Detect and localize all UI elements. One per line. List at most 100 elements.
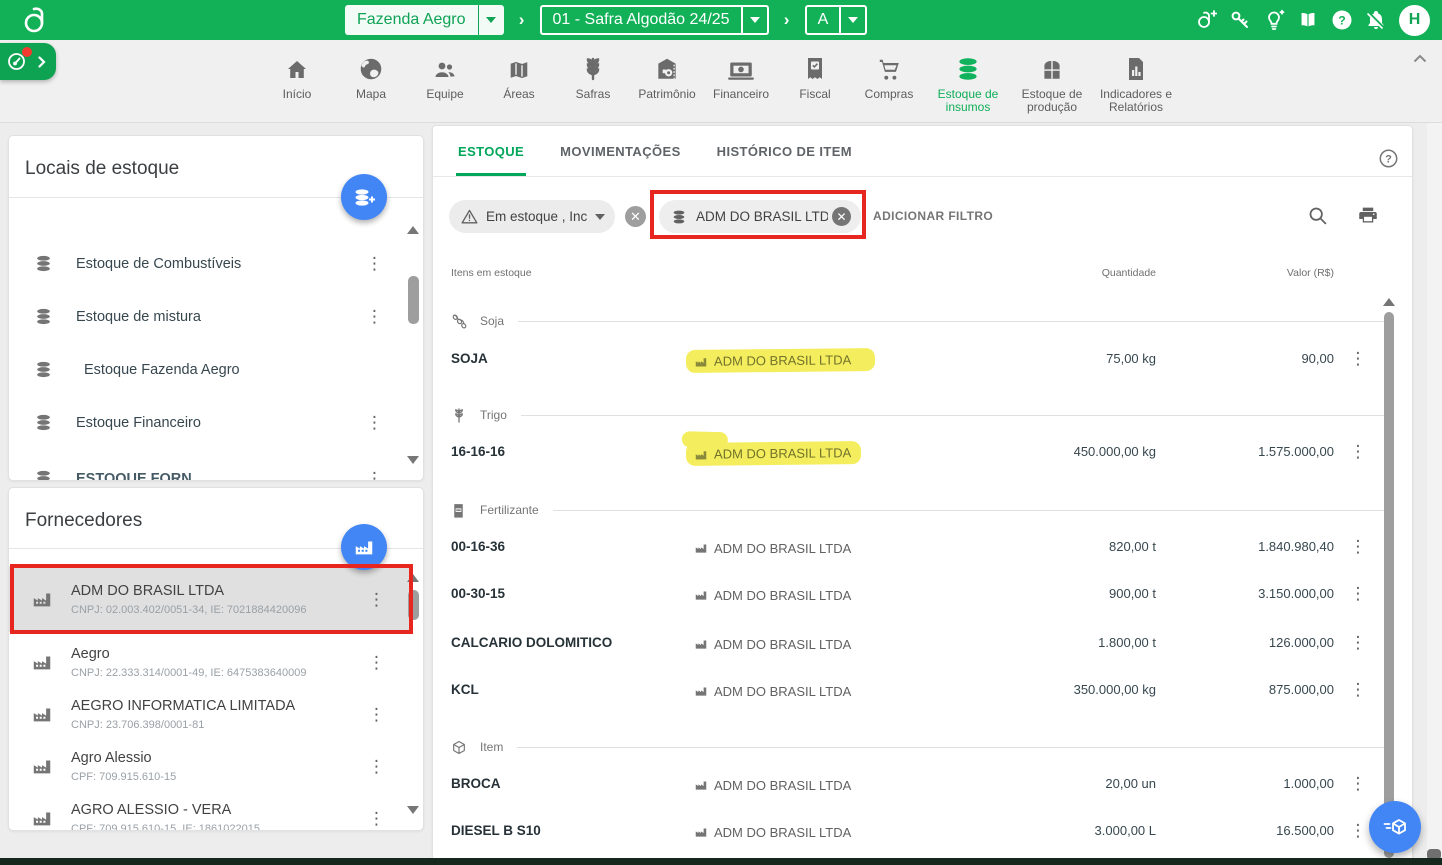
nav-item-financeiro[interactable]: Financeiro bbox=[704, 50, 778, 114]
stacked-discs-icon bbox=[926, 50, 1010, 82]
stacked-discs-icon bbox=[34, 413, 54, 432]
app-window: Fazenda Aegro › 01 - Safra Algodão 24/25… bbox=[0, 0, 1442, 865]
row-menu-button[interactable]: ⋮ bbox=[1350, 537, 1367, 556]
add-supplier-button[interactable] bbox=[341, 524, 387, 570]
help-icon[interactable]: ? bbox=[1331, 9, 1353, 31]
farm-selector[interactable]: Fazenda Aegro bbox=[345, 5, 504, 35]
stock-location-item[interactable]: Estoque de Combustíveis ⋮ bbox=[9, 237, 409, 290]
nav-item-inicio[interactable]: Início bbox=[260, 50, 334, 114]
nav-item-mapa[interactable]: Mapa bbox=[334, 50, 408, 114]
notification-dot bbox=[22, 47, 32, 57]
supplier-item[interactable]: AEGRO INFORMATICA LIMITADA CNPJ: 23.706.… bbox=[9, 688, 413, 740]
unit-selector[interactable]: A bbox=[805, 5, 868, 35]
nav-item-estoque-insumos[interactable]: Estoque de insumos bbox=[926, 50, 1010, 114]
row-menu-button[interactable]: ⋮ bbox=[1350, 442, 1367, 461]
supplier-cell: ADM DO BRASIL LTDA bbox=[686, 584, 859, 607]
supplier-item[interactable]: AGRO ALESSIO - VERA CPF: 709.915.610-15,… bbox=[9, 792, 413, 831]
table-section-trigo: Trigo bbox=[451, 403, 1387, 427]
silo-icon bbox=[1010, 50, 1094, 82]
scrollbar-thumb[interactable] bbox=[408, 276, 419, 324]
stock-row-calcario[interactable]: CALCARIO DOLOMITICO ADM DO BRASIL LTDA 1… bbox=[433, 621, 1393, 667]
row-menu-button[interactable]: ⋮ bbox=[1350, 774, 1367, 793]
item-menu-button[interactable]: ⋮ bbox=[368, 591, 385, 608]
stock-location-item[interactable]: ESTOQUE FORN ⋮ bbox=[9, 452, 409, 481]
nav-item-patrimonio[interactable]: Patrimônio bbox=[630, 50, 704, 114]
breadcrumb-separator-icon: › bbox=[504, 10, 540, 30]
scroll-up-arrow[interactable] bbox=[407, 574, 419, 582]
row-menu-button[interactable]: ⋮ bbox=[1350, 349, 1367, 368]
book-icon[interactable] bbox=[1297, 9, 1319, 31]
stock-location-item[interactable]: Estoque de mistura ⋮ bbox=[9, 290, 409, 343]
search-icon[interactable] bbox=[1307, 205, 1331, 229]
stock-row-16-16-16[interactable]: 16-16-16 ADM DO BRASIL LTDA 450.000,00 k… bbox=[433, 430, 1393, 476]
table-section-fertilizante: Fertilizante bbox=[451, 498, 1387, 522]
quick-entry-fab[interactable] bbox=[1369, 801, 1421, 853]
stock-row-00-30-15[interactable]: 00-30-15 ADM DO BRASIL LTDA 900,00 t 3.1… bbox=[433, 572, 1393, 618]
stock-row-kcl[interactable]: KCL ADM DO BRASIL LTDA 350.000,00 kg 875… bbox=[433, 668, 1393, 714]
scrollbar-thumb[interactable] bbox=[1384, 312, 1394, 858]
notifications-off-icon[interactable] bbox=[1365, 9, 1387, 31]
supplier-filter-chip[interactable]: ADM DO BRASIL LTDA ✕ bbox=[659, 200, 861, 233]
scroll-up-arrow[interactable] bbox=[407, 226, 419, 234]
scroll-down-arrow[interactable] bbox=[407, 806, 419, 814]
stock-row-diesel[interactable]: DIESEL B S10 ADM DO BRASIL LTDA 3.000,00… bbox=[433, 809, 1393, 855]
item-menu-button[interactable]: ⋮ bbox=[368, 654, 385, 671]
item-menu-button[interactable]: ⋮ bbox=[366, 470, 383, 481]
season-selector[interactable]: 01 - Safra Algodão 24/25 bbox=[540, 5, 769, 35]
item-menu-button[interactable]: ⋮ bbox=[368, 810, 385, 827]
scroll-up-arrow[interactable] bbox=[1383, 298, 1395, 306]
factory-icon bbox=[694, 637, 708, 651]
news-widget-tab[interactable] bbox=[0, 43, 56, 80]
row-menu-button[interactable]: ⋮ bbox=[1350, 821, 1367, 840]
key-icon[interactable] bbox=[1229, 9, 1251, 31]
stock-row-soja[interactable]: SOJA ADM DO BRASIL LTDA 75,00 kg 90,00 ⋮ bbox=[433, 337, 1393, 383]
unit-name: A bbox=[807, 11, 840, 29]
nav-item-compras[interactable]: Compras bbox=[852, 50, 926, 114]
lightbulb-icon[interactable] bbox=[1263, 9, 1285, 31]
chevron-down-icon[interactable] bbox=[478, 5, 504, 35]
supplier-item[interactable]: Agro Alessio CPF: 709.915.610-15 ⋮ bbox=[9, 740, 413, 792]
item-menu-button[interactable]: ⋮ bbox=[366, 255, 383, 272]
help-outline-icon[interactable]: ? bbox=[1379, 149, 1398, 168]
print-icon[interactable] bbox=[1357, 205, 1381, 229]
row-menu-button[interactable]: ⋮ bbox=[1350, 680, 1367, 699]
status-filter-chip[interactable]: Em estoque , Inco... bbox=[449, 200, 615, 233]
add-filter-button[interactable]: ADICIONAR FILTRO bbox=[873, 209, 993, 223]
window-scrollbar[interactable] bbox=[1427, 123, 1442, 865]
nav-item-safras[interactable]: Safras bbox=[556, 50, 630, 114]
nav-item-equipe[interactable]: Equipe bbox=[408, 50, 482, 114]
item-menu-button[interactable]: ⋮ bbox=[366, 308, 383, 325]
stock-row-00-16-36[interactable]: 00-16-36 ADM DO BRASIL LTDA 820,00 t 1.8… bbox=[433, 525, 1393, 571]
stock-location-item[interactable]: Estoque Fazenda Aegro bbox=[9, 343, 409, 396]
tab-historico-de-item[interactable]: HISTÓRICO DE ITEM bbox=[715, 126, 854, 176]
chevron-down-icon[interactable] bbox=[741, 5, 767, 35]
chevron-down-icon[interactable] bbox=[839, 5, 865, 35]
stacked-discs-icon bbox=[34, 469, 54, 481]
supplier-item-selected[interactable]: ADM DO BRASIL LTDA CNPJ: 02.003.402/0051… bbox=[9, 566, 413, 632]
nav-item-indicadores[interactable]: Indicadores e Relatórios bbox=[1094, 50, 1178, 114]
scrollbar-thumb[interactable] bbox=[408, 590, 419, 620]
season-name: 01 - Safra Algodão 24/25 bbox=[542, 11, 741, 29]
row-menu-button[interactable]: ⋮ bbox=[1350, 584, 1367, 603]
tab-movimentacoes[interactable]: MOVIMENTAÇÕES bbox=[558, 126, 683, 176]
item-menu-button[interactable]: ⋮ bbox=[368, 706, 385, 723]
cart-icon bbox=[852, 50, 926, 82]
remove-supplier-filter-button[interactable]: ✕ bbox=[832, 207, 851, 226]
user-avatar[interactable]: H bbox=[1399, 5, 1430, 36]
collapse-navbar-chevron-icon[interactable] bbox=[1413, 54, 1427, 63]
nav-item-estoque-producao[interactable]: Estoque de produção bbox=[1010, 50, 1094, 114]
stock-tabs: ESTOQUE MOVIMENTAÇÕES HISTÓRICO DE ITEM bbox=[456, 126, 854, 176]
aegro-plus-icon[interactable] bbox=[1195, 9, 1217, 31]
nav-item-fiscal[interactable]: Fiscal bbox=[778, 50, 852, 114]
item-menu-button[interactable]: ⋮ bbox=[368, 758, 385, 775]
remove-status-filter-button[interactable]: ✕ bbox=[625, 206, 646, 227]
stock-row-broca[interactable]: BROCA ADM DO BRASIL LTDA 20,00 un 1.000,… bbox=[433, 762, 1393, 808]
nav-item-areas[interactable]: Áreas bbox=[482, 50, 556, 114]
row-menu-button[interactable]: ⋮ bbox=[1350, 633, 1367, 652]
add-stock-location-button[interactable] bbox=[341, 174, 387, 220]
item-menu-button[interactable]: ⋮ bbox=[366, 414, 383, 431]
scroll-down-arrow[interactable] bbox=[407, 456, 419, 464]
tab-estoque[interactable]: ESTOQUE bbox=[456, 126, 526, 176]
supplier-item[interactable]: Aegro CNPJ: 22.333.314/0001-49, IE: 6475… bbox=[9, 636, 413, 688]
stock-location-item[interactable]: Estoque Financeiro ⋮ bbox=[9, 396, 409, 449]
